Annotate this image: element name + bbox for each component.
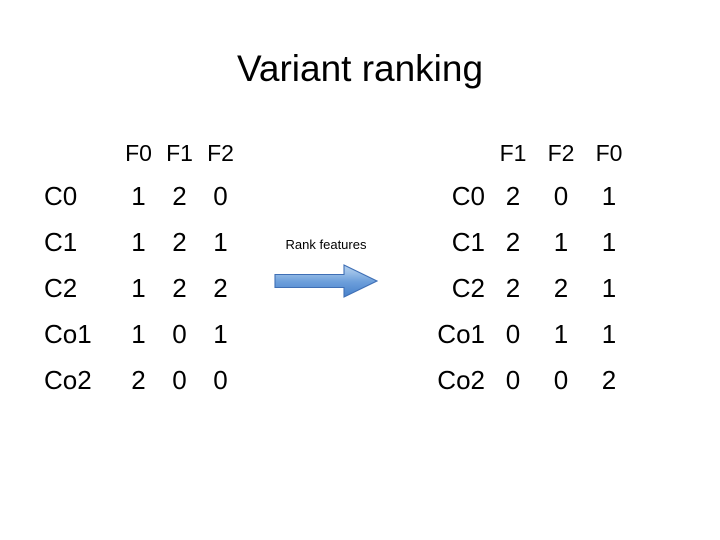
table-row: Co1 1 0 1 [44, 311, 241, 357]
table-row: Co2 2 0 0 [44, 357, 241, 403]
table-row: C1 1 2 1 [44, 219, 241, 265]
cell-value: 1 [553, 319, 569, 349]
cell-value: 1 [131, 181, 146, 211]
ranked-feature-matrix: F1 F2 F0 C0 2 0 1 C1 2 1 1 C2 2 2 1 Co1 … [415, 133, 633, 403]
cell-value: 2 [505, 273, 521, 303]
table-row: C0 1 2 0 [44, 173, 241, 219]
cell-value: 2 [505, 227, 521, 257]
cell-value: 1 [131, 273, 146, 303]
cell-value: 2 [131, 365, 146, 395]
table-header-row: F1 F2 F0 [415, 133, 633, 173]
cell-value: 0 [505, 365, 521, 395]
cell-value: 2 [172, 227, 187, 257]
cell-value: 0 [172, 365, 187, 395]
row-label: C2 [451, 273, 485, 303]
cell-value: 1 [601, 227, 617, 257]
column-header: F2 [207, 140, 234, 166]
rank-features-annotation: Rank features [266, 236, 386, 300]
original-feature-matrix: F0 F1 F2 C0 1 2 0 C1 1 2 1 C2 1 2 2 Co1 … [44, 133, 241, 403]
row-label: Co2 [437, 365, 485, 395]
table-header-row: F0 F1 F2 [44, 133, 241, 173]
cell-value: 0 [213, 181, 228, 211]
cell-value: 1 [601, 273, 617, 303]
cell-value: 2 [601, 365, 617, 395]
column-header: F0 [595, 140, 623, 166]
cell-value: 1 [213, 227, 228, 257]
cell-value: 0 [505, 319, 521, 349]
table-row: Co1 0 1 1 [415, 311, 633, 357]
column-header: F0 [125, 140, 152, 166]
row-label: C1 [451, 227, 485, 257]
cell-value: 1 [213, 319, 228, 349]
cell-value: 1 [601, 319, 617, 349]
page-title: Variant ranking [236, 48, 484, 89]
column-header: F1 [166, 140, 193, 166]
rank-features-label: Rank features [285, 237, 367, 252]
row-label: C0 [44, 181, 78, 211]
cell-value: 1 [131, 227, 146, 257]
table-row: C2 1 2 2 [44, 265, 241, 311]
column-header: F2 [547, 140, 575, 166]
column-header: F1 [499, 140, 527, 166]
row-label: Co1 [437, 319, 485, 349]
row-label: C0 [451, 181, 485, 211]
cell-value: 1 [553, 227, 569, 257]
cell-value: 2 [553, 273, 569, 303]
table-corner-cell [44, 133, 118, 173]
row-label: C1 [44, 227, 78, 257]
cell-value: 0 [553, 181, 569, 211]
cell-value: 2 [505, 181, 521, 211]
row-label: Co1 [44, 319, 92, 349]
table-row: Co2 0 0 2 [415, 357, 633, 403]
row-label: C2 [44, 273, 78, 303]
table-corner-cell [415, 133, 489, 173]
cell-value: 1 [131, 319, 146, 349]
row-label: Co2 [44, 365, 92, 395]
cell-value: 2 [172, 273, 187, 303]
table-row: C1 2 1 1 [415, 219, 633, 265]
table-row: C0 2 0 1 [415, 173, 633, 219]
cell-value: 0 [553, 365, 569, 395]
cell-value: 0 [172, 319, 187, 349]
cell-value: 2 [172, 181, 187, 211]
slide-canvas: Variant ranking F0 F1 F2 C0 1 2 0 C1 1 2… [0, 0, 720, 540]
cell-value: 0 [213, 365, 228, 395]
cell-value: 2 [213, 273, 228, 303]
table-row: C2 2 2 1 [415, 265, 633, 311]
right-arrow-icon [274, 264, 378, 298]
cell-value: 1 [601, 181, 617, 211]
